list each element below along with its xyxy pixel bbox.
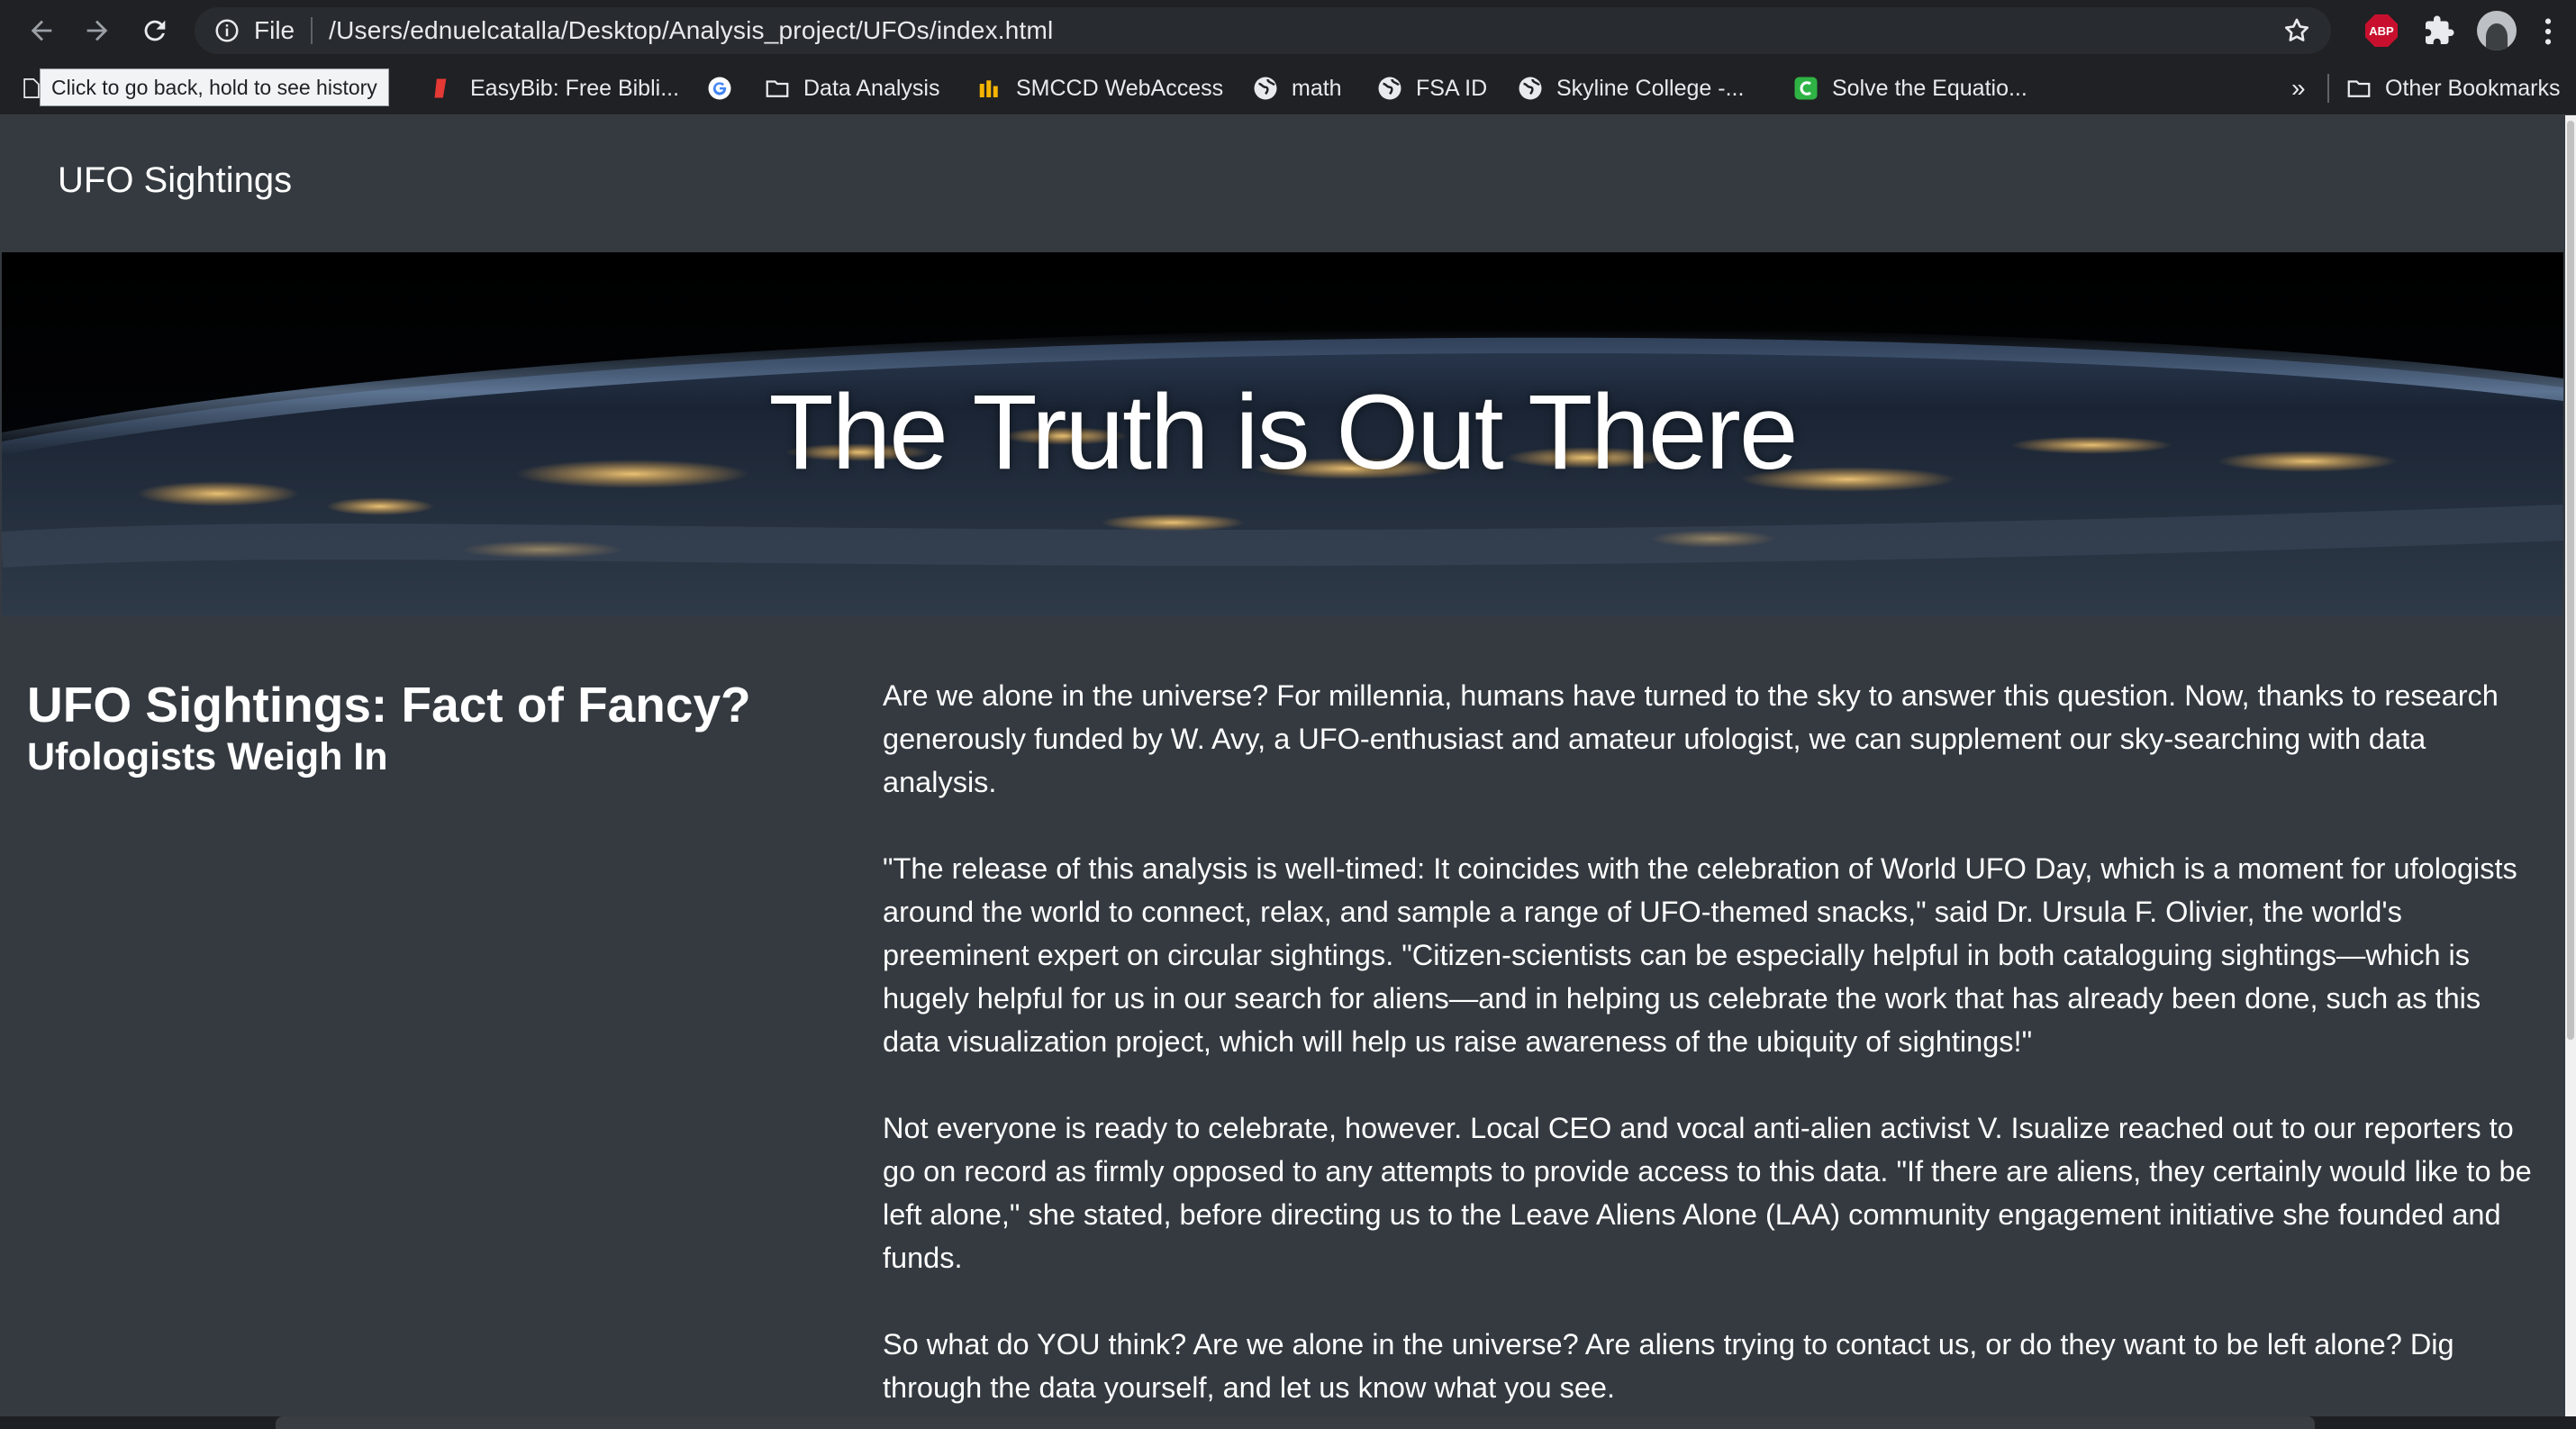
address-bar[interactable]: File /Users/ednuelcatalla/Desktop/Analys… (195, 7, 2331, 54)
bookmark-easybib[interactable]: EasyBib: Free Bibli... (431, 61, 679, 115)
reload-button[interactable] (126, 0, 184, 61)
globe-icon (1252, 75, 1279, 102)
url-divider (311, 17, 313, 44)
bookmark-label: Solve the Equatio... (1832, 75, 2027, 101)
article-paragraph: "The release of this analysis is well-ti… (883, 852, 2517, 1058)
forward-button[interactable] (68, 0, 126, 61)
page-scrollbar-thumb[interactable] (2567, 121, 2574, 1040)
more-menu-icon[interactable] (2542, 16, 2554, 47)
reload-icon (144, 20, 166, 41)
google-icon (706, 75, 733, 102)
bookmark-math[interactable]: math (1252, 61, 1342, 115)
bookmark-other-bookmarks[interactable]: Other Bookmarks (2345, 61, 2561, 115)
bookmark-label: FSA ID (1416, 75, 1488, 101)
bookmark-data-analysis[interactable]: Data Analysis (764, 61, 939, 115)
article-body: Are we alone in the universe? For millen… (883, 674, 2540, 1416)
bookmark-skyline-college[interactable]: Skyline College -... (1517, 61, 1744, 115)
url-text[interactable]: /Users/ednuelcatalla/Desktop/Analysis_pr… (329, 16, 1053, 45)
bookmark-fsa-id[interactable]: FSA ID (1376, 61, 1487, 115)
bookmark-smccd[interactable]: SMCCD WebAccess (976, 61, 1223, 115)
easybib-icon (431, 75, 458, 102)
bookmarks-divider (2327, 74, 2329, 103)
bookmark-solve-equation[interactable]: Solve the Equatio... (1792, 61, 2027, 115)
article-paragraph: Are we alone in the universe? For millen… (883, 679, 2499, 798)
extensions-puzzle-icon[interactable] (2423, 14, 2455, 47)
article-subtitle: Ufologists Weigh In (27, 735, 388, 778)
globe-icon (1517, 75, 1544, 102)
arrow-left-icon (31, 20, 52, 41)
smccd-icon (976, 75, 1003, 102)
web-page: UFO Sightings The Truth is Out There UFO… (0, 115, 2565, 1416)
bookmarks-overflow-chevron[interactable]: » (2291, 61, 2306, 115)
site-navbar: UFO Sightings (0, 115, 2565, 252)
bookmark-label: math (1292, 75, 1342, 101)
info-icon[interactable] (213, 16, 241, 45)
article-title: UFO Sightings: Fact of Fancy? (27, 677, 751, 733)
bookmark-label: EasyBib: Free Bibli... (470, 75, 680, 101)
article-paragraph: Not everyone is ready to celebrate, howe… (883, 1112, 2532, 1274)
adblock-plus-icon[interactable]: ABP (2365, 14, 2398, 47)
arrow-right-icon (86, 20, 108, 41)
mathway-icon (1792, 75, 1819, 102)
article-heading: UFO Sightings: Fact of Fancy? Ufologists… (27, 676, 838, 780)
os-dock (276, 1416, 2315, 1429)
url-scheme-label: File (254, 16, 295, 44)
browser-toolbar: File /Users/ednuelcatalla/Desktop/Analys… (0, 0, 2576, 61)
navbar-brand-link[interactable]: UFO Sightings (58, 160, 292, 201)
bookmark-label: Skyline College -... (1556, 75, 1745, 101)
article-paragraph: So what do YOU think? Are we alone in th… (883, 1328, 2454, 1404)
back-button[interactable] (13, 0, 70, 61)
bookmark-star-icon[interactable] (2282, 16, 2311, 45)
globe-icon (1376, 75, 1403, 102)
profile-avatar[interactable] (2477, 11, 2517, 50)
bookmark-label: Other Bookmarks (2385, 75, 2561, 101)
bookmark-label: Data Analysis (803, 75, 940, 101)
abp-label: ABP (2369, 23, 2394, 38)
bookmark-label: SMCCD WebAccess (1016, 75, 1224, 101)
hero-banner: The Truth is Out There (2, 252, 2563, 616)
back-button-tooltip: Click to go back, hold to see history (40, 68, 389, 106)
hero-title: The Truth is Out There (768, 373, 1799, 492)
bookmark-google[interactable] (706, 61, 733, 115)
folder-icon (764, 75, 791, 102)
folder-icon (2345, 75, 2372, 102)
